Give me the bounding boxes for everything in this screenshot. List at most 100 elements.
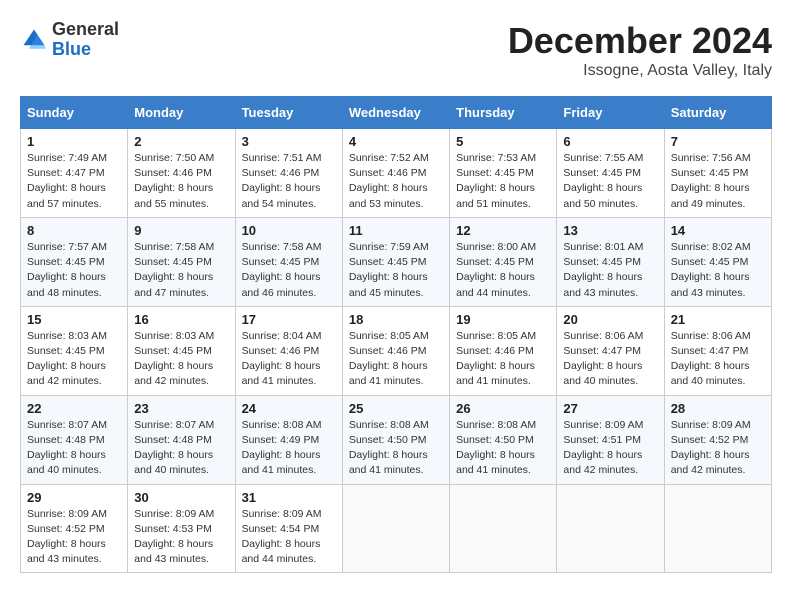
calendar-week-1: 1 Sunrise: 7:49 AMSunset: 4:47 PMDaylight… [21,129,772,218]
calendar-table: SundayMondayTuesdayWednesdayThursdayFrid… [20,96,772,573]
day-info: Sunrise: 8:05 AMSunset: 4:46 PMDaylight:… [349,329,443,390]
calendar-cell [664,484,771,573]
day-number: 23 [134,401,228,416]
day-info: Sunrise: 7:49 AMSunset: 4:47 PMDaylight:… [27,151,121,212]
day-number: 8 [27,223,121,238]
day-info: Sunrise: 8:08 AMSunset: 4:50 PMDaylight:… [456,418,550,479]
weekday-header-friday: Friday [557,97,664,129]
day-number: 24 [242,401,336,416]
day-number: 15 [27,312,121,327]
calendar-cell: 6Sunrise: 7:55 AMSunset: 4:45 PMDaylight… [557,129,664,218]
calendar-cell: 15Sunrise: 8:03 AMSunset: 4:45 PMDayligh… [21,306,128,395]
calendar-cell: 22 Sunrise: 8:07 AMSunset: 4:48 PMDayligh… [21,395,128,484]
day-number: 5 [456,134,550,149]
calendar-cell: 29 Sunrise: 8:09 AMSunset: 4:52 PMDayligh… [21,484,128,573]
calendar-week-5: 29 Sunrise: 8:09 AMSunset: 4:52 PMDayligh… [21,484,772,573]
day-info: Sunrise: 7:52 AMSunset: 4:46 PMDaylight:… [349,151,443,212]
calendar-cell: 21 Sunrise: 8:06 AMSunset: 4:47 PMDayligh… [664,306,771,395]
day-info: Sunrise: 7:58 AMSunset: 4:45 PMDaylight:… [242,240,336,301]
day-info: Sunrise: 7:50 AMSunset: 4:46 PMDaylight:… [134,151,228,212]
title-area: December 2024 Issogne, Aosta Valley, Ita… [508,20,772,80]
calendar-week-3: 15 Sunrise: 8:03 AMSunset: 4:45 PMDayligh… [21,306,772,395]
day-number: 31 [242,490,336,505]
day-info: Sunrise: 8:07 AMSunset: 4:48 PMDaylight:… [134,418,228,479]
calendar-cell: 23 Sunrise: 8:07 AMSunset: 4:48 PMDayligh… [128,395,235,484]
day-info: Sunrise: 8:08 AMSunset: 4:49 PMDaylight:… [242,418,336,479]
day-number: 30 [134,490,228,505]
calendar-cell: 2Sunrise: 7:50 AMSunset: 4:46 PMDaylight… [128,129,235,218]
day-number: 7 [671,134,765,149]
day-number: 10 [242,223,336,238]
location-title: Issogne, Aosta Valley, Italy [508,62,772,80]
day-info: Sunrise: 8:08 AMSunset: 4:50 PMDaylight:… [349,418,443,479]
logo-blue: Blue [52,39,91,59]
calendar-cell [450,484,557,573]
calendar-cell: 18 Sunrise: 8:05 AMSunset: 4:46 PMDayligh… [342,306,449,395]
day-number: 25 [349,401,443,416]
calendar-cell: 12 Sunrise: 8:00 AMSunset: 4:45 PMDayligh… [450,217,557,306]
day-info: Sunrise: 7:53 AMSunset: 4:45 PMDaylight:… [456,151,550,212]
calendar-header: SundayMondayTuesdayWednesdayThursdayFrid… [21,97,772,129]
weekday-row: SundayMondayTuesdayWednesdayThursdayFrid… [21,97,772,129]
day-info: Sunrise: 8:07 AMSunset: 4:48 PMDaylight:… [27,418,121,479]
weekday-header-monday: Monday [128,97,235,129]
day-info: Sunrise: 8:06 AMSunset: 4:47 PMDaylight:… [671,329,765,390]
day-number: 9 [134,223,228,238]
day-number: 26 [456,401,550,416]
calendar-cell: 4 Sunrise: 7:52 AMSunset: 4:46 PMDaylight… [342,129,449,218]
day-number: 12 [456,223,550,238]
weekday-header-wednesday: Wednesday [342,97,449,129]
day-number: 18 [349,312,443,327]
day-info: Sunrise: 8:00 AMSunset: 4:45 PMDaylight:… [456,240,550,301]
weekday-header-sunday: Sunday [21,97,128,129]
calendar-week-2: 8Sunrise: 7:57 AMSunset: 4:45 PMDaylight… [21,217,772,306]
logo: General Blue [20,20,119,60]
day-info: Sunrise: 7:59 AMSunset: 4:45 PMDaylight:… [349,240,443,301]
calendar-cell: 14Sunrise: 8:02 AMSunset: 4:45 PMDayligh… [664,217,771,306]
day-info: Sunrise: 8:09 AMSunset: 4:52 PMDaylight:… [671,418,765,479]
calendar-cell: 26 Sunrise: 8:08 AMSunset: 4:50 PMDayligh… [450,395,557,484]
day-number: 20 [563,312,657,327]
day-info: Sunrise: 8:09 AMSunset: 4:54 PMDaylight:… [242,507,336,568]
day-info: Sunrise: 7:58 AMSunset: 4:45 PMDaylight:… [134,240,228,301]
day-number: 1 [27,134,121,149]
header: General Blue December 2024 Issogne, Aost… [20,20,772,80]
logo-text: General Blue [52,20,119,60]
calendar-cell: 30 Sunrise: 8:09 AMSunset: 4:53 PMDayligh… [128,484,235,573]
calendar-cell: 31 Sunrise: 8:09 AMSunset: 4:54 PMDayligh… [235,484,342,573]
day-info: Sunrise: 8:03 AMSunset: 4:45 PMDaylight:… [134,329,228,390]
calendar-cell: 27Sunrise: 8:09 AMSunset: 4:51 PMDayligh… [557,395,664,484]
day-info: Sunrise: 8:01 AMSunset: 4:45 PMDaylight:… [563,240,657,301]
day-info: Sunrise: 7:51 AMSunset: 4:46 PMDaylight:… [242,151,336,212]
day-number: 4 [349,134,443,149]
calendar-cell: 24 Sunrise: 8:08 AMSunset: 4:49 PMDayligh… [235,395,342,484]
day-number: 29 [27,490,121,505]
calendar-body: 1 Sunrise: 7:49 AMSunset: 4:47 PMDaylight… [21,129,772,573]
calendar-cell: 28Sunrise: 8:09 AMSunset: 4:52 PMDayligh… [664,395,771,484]
calendar-cell: 5 Sunrise: 7:53 AMSunset: 4:45 PMDaylight… [450,129,557,218]
weekday-header-thursday: Thursday [450,97,557,129]
day-info: Sunrise: 7:56 AMSunset: 4:45 PMDaylight:… [671,151,765,212]
calendar-cell [557,484,664,573]
calendar-cell: 9 Sunrise: 7:58 AMSunset: 4:45 PMDaylight… [128,217,235,306]
calendar-cell: 17 Sunrise: 8:04 AMSunset: 4:46 PMDayligh… [235,306,342,395]
day-number: 3 [242,134,336,149]
day-number: 6 [563,134,657,149]
weekday-header-saturday: Saturday [664,97,771,129]
day-info: Sunrise: 8:09 AMSunset: 4:52 PMDaylight:… [27,507,121,568]
calendar-cell: 8Sunrise: 7:57 AMSunset: 4:45 PMDaylight… [21,217,128,306]
day-number: 21 [671,312,765,327]
calendar-cell: 1 Sunrise: 7:49 AMSunset: 4:47 PMDaylight… [21,129,128,218]
day-info: Sunrise: 8:09 AMSunset: 4:53 PMDaylight:… [134,507,228,568]
day-number: 22 [27,401,121,416]
day-info: Sunrise: 8:09 AMSunset: 4:51 PMDaylight:… [563,418,657,479]
calendar-cell: 25 Sunrise: 8:08 AMSunset: 4:50 PMDayligh… [342,395,449,484]
calendar-cell: 3 Sunrise: 7:51 AMSunset: 4:46 PMDaylight… [235,129,342,218]
day-number: 17 [242,312,336,327]
day-number: 19 [456,312,550,327]
day-info: Sunrise: 8:04 AMSunset: 4:46 PMDaylight:… [242,329,336,390]
calendar-cell [342,484,449,573]
logo-general: General [52,19,119,39]
calendar-cell: 11Sunrise: 7:59 AMSunset: 4:45 PMDayligh… [342,217,449,306]
calendar-cell: 20Sunrise: 8:06 AMSunset: 4:47 PMDayligh… [557,306,664,395]
